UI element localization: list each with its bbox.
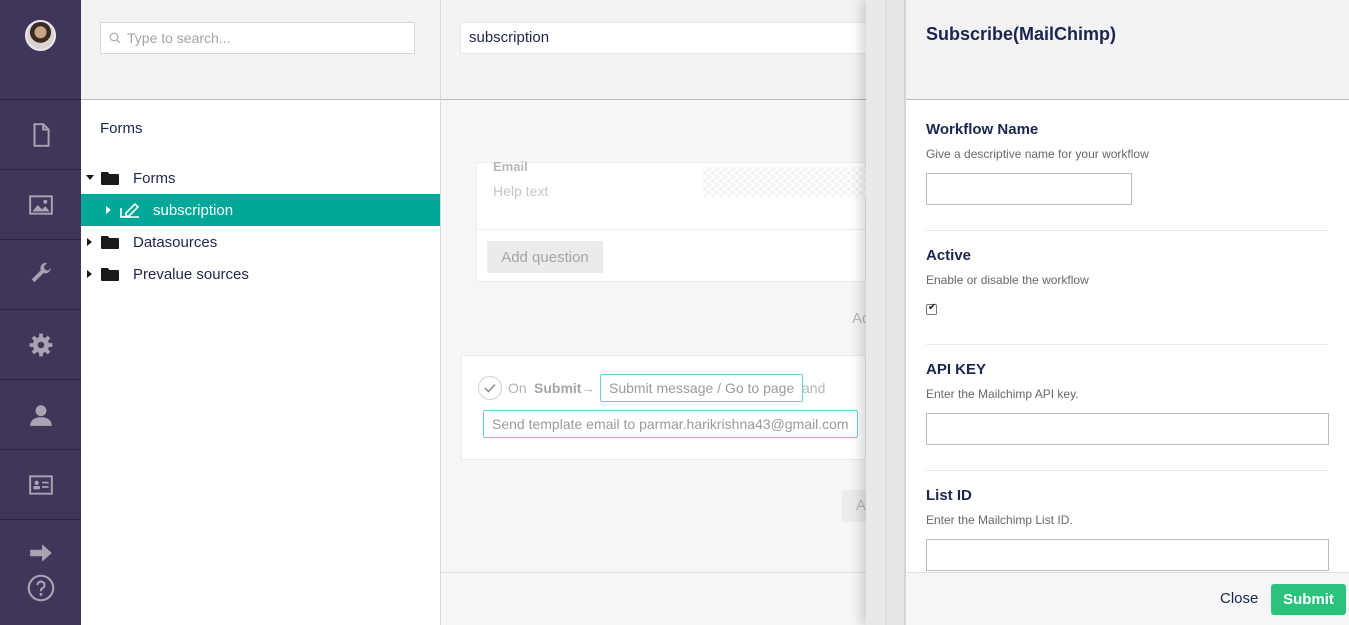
workflow-and-text: and bbox=[802, 380, 826, 396]
id-card-icon bbox=[28, 474, 53, 495]
tree-section-title: Forms bbox=[100, 120, 143, 137]
search-icon bbox=[109, 32, 121, 44]
editor-footer bbox=[441, 572, 866, 625]
active-checkbox[interactable] bbox=[926, 302, 937, 315]
prop-description: Give a descriptive name for your workflo… bbox=[926, 147, 1149, 161]
folder-icon bbox=[101, 267, 119, 281]
prop-active: Active Enable or disable the workflow bbox=[926, 231, 1329, 345]
workflow-on-text: On bbox=[508, 380, 527, 396]
add-question-button[interactable]: Add question bbox=[487, 241, 603, 273]
wrench-icon bbox=[31, 262, 51, 282]
check-circle-icon bbox=[478, 376, 502, 400]
section-nav bbox=[0, 0, 81, 625]
prop-label: Active bbox=[926, 247, 972, 264]
arrow-right-icon[interactable] bbox=[28, 540, 54, 566]
workflow-settings-overlay: Subscribe(MailChimp) Workflow Name Give … bbox=[906, 0, 1349, 625]
prop-label: List ID bbox=[926, 487, 972, 504]
api-key-input[interactable] bbox=[926, 413, 1329, 445]
tree-node-datasources[interactable]: Datasources bbox=[81, 226, 440, 258]
caret-right-icon[interactable] bbox=[81, 270, 99, 278]
field-help-text: Help text bbox=[493, 183, 549, 199]
tree-header bbox=[81, 0, 440, 100]
users-section-icon[interactable] bbox=[0, 380, 81, 450]
caret-right-icon[interactable] bbox=[100, 206, 118, 214]
gear-icon bbox=[29, 333, 52, 356]
overlay-header: Subscribe(MailChimp) bbox=[906, 0, 1349, 100]
field-label: Email bbox=[493, 159, 528, 174]
tree-node-label: subscription bbox=[153, 201, 234, 219]
workflow-name-input[interactable] bbox=[926, 173, 1132, 205]
fieldset-card: Email Help text Add question bbox=[476, 159, 867, 282]
workflow-submit-text: Submit bbox=[534, 380, 582, 396]
editor-header: subscription bbox=[441, 0, 880, 100]
tree-node-label: Datasources bbox=[133, 233, 218, 251]
form-editor: subscription Email Help text Add questio… bbox=[441, 0, 880, 625]
folder-icon bbox=[101, 171, 119, 185]
media-section-icon[interactable] bbox=[0, 170, 81, 240]
content-section-icon[interactable] bbox=[0, 100, 81, 170]
close-button[interactable]: Close bbox=[1212, 585, 1266, 612]
image-icon bbox=[28, 194, 53, 215]
folder-icon bbox=[101, 235, 119, 249]
overlay-title: Subscribe(MailChimp) bbox=[926, 24, 1117, 44]
list-id-input[interactable] bbox=[926, 539, 1329, 571]
user-avatar-cell bbox=[0, 0, 81, 100]
form-canvas: Email Help text Add question Ac On Submi… bbox=[441, 100, 870, 572]
workflow-chip-send-email[interactable]: Send template email to parmar.harikrishn… bbox=[483, 410, 858, 438]
divider bbox=[477, 229, 867, 230]
tree-node-prevalue-sources[interactable]: Prevalue sources bbox=[81, 258, 440, 290]
prop-label: API KEY bbox=[926, 361, 987, 378]
document-icon bbox=[33, 122, 50, 147]
submit-button[interactable]: Submit bbox=[1271, 584, 1346, 615]
form-icon bbox=[120, 202, 140, 218]
workflow-chip-submit-message[interactable]: Submit message / Go to page bbox=[600, 374, 804, 402]
prop-workflow-name: Workflow Name Give a descriptive name fo… bbox=[926, 100, 1329, 231]
prop-label: Workflow Name bbox=[926, 121, 1039, 138]
tree-node-subscription[interactable]: subscription bbox=[81, 194, 440, 226]
user-icon bbox=[29, 404, 52, 426]
overlay-footer: Close Submit bbox=[906, 572, 1349, 625]
form-name-field[interactable]: subscription bbox=[460, 22, 880, 54]
avatar[interactable] bbox=[25, 20, 56, 51]
workflow-arrow: → bbox=[581, 380, 595, 396]
caret-right-icon[interactable] bbox=[81, 238, 99, 246]
members-section-icon[interactable] bbox=[0, 450, 81, 520]
tree-node-label: Forms bbox=[133, 169, 176, 187]
caret-down-icon[interactable] bbox=[81, 175, 99, 181]
workflow-card: On Submit → Submit message / Go to page … bbox=[461, 355, 866, 460]
prop-list-id: List ID Enter the Mailchimp List ID. bbox=[926, 471, 1329, 571]
help-icon[interactable] bbox=[27, 574, 55, 602]
prop-description: Enable or disable the workflow bbox=[926, 273, 1089, 287]
add-workflow-button[interactable]: A bbox=[842, 490, 866, 522]
prop-description: Enter the Mailchimp API key. bbox=[926, 387, 1079, 401]
developer-section-icon[interactable] bbox=[0, 310, 81, 380]
tree-node-label: Prevalue sources bbox=[133, 265, 249, 283]
rail-bottom bbox=[0, 520, 81, 625]
tree-node-forms[interactable]: Forms bbox=[81, 162, 440, 194]
overlay-body: Workflow Name Give a descriptive name fo… bbox=[906, 100, 1349, 571]
field-preview bbox=[703, 167, 867, 197]
search-input[interactable] bbox=[127, 30, 407, 46]
tree-panel: Forms Forms subscription Datasources Pre… bbox=[81, 0, 441, 625]
settings-tools-section-icon[interactable] bbox=[0, 240, 81, 310]
search-box bbox=[100, 22, 415, 54]
overlay-stack-edge bbox=[866, 0, 906, 625]
prop-description: Enter the Mailchimp List ID. bbox=[926, 513, 1073, 527]
prop-api-key: API KEY Enter the Mailchimp API key. bbox=[926, 345, 1329, 471]
